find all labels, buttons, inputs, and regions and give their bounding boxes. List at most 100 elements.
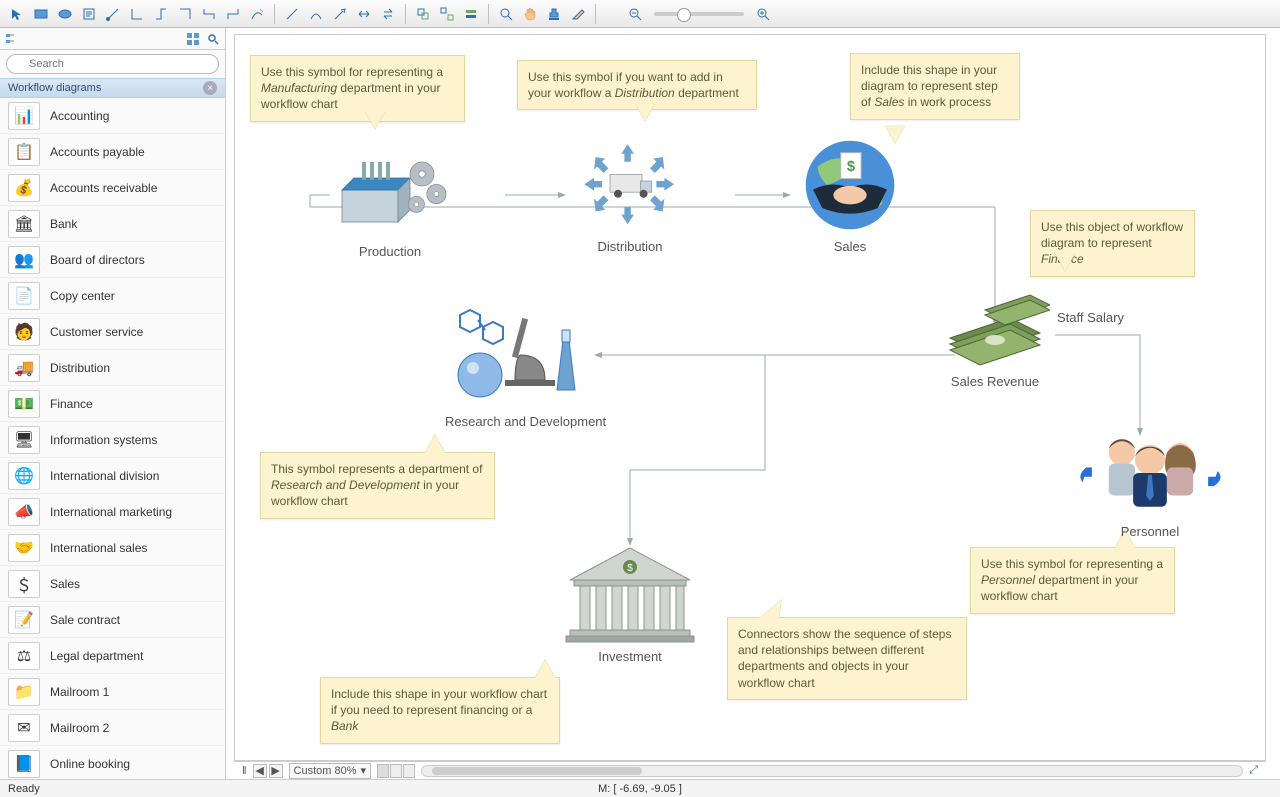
node-distribution[interactable]: Distribution bbox=[570, 135, 690, 254]
library-thumb-icon: 💰 bbox=[8, 174, 40, 202]
library-item-label: Board of directors bbox=[50, 253, 145, 267]
dropdown-icon: ▾ bbox=[361, 764, 367, 777]
callout-tail bbox=[1055, 253, 1075, 271]
library-item-label: Copy center bbox=[50, 289, 115, 303]
library-item[interactable]: 💵Finance bbox=[0, 386, 225, 422]
swap-tool[interactable] bbox=[377, 3, 399, 25]
close-section-icon[interactable]: × bbox=[203, 81, 217, 95]
line-tool[interactable] bbox=[281, 3, 303, 25]
zoom-in-button[interactable] bbox=[752, 3, 774, 25]
library-item[interactable]: 📘Online booking bbox=[0, 746, 225, 779]
text-tool[interactable] bbox=[78, 3, 100, 25]
library-item[interactable]: 🧑Customer service bbox=[0, 314, 225, 350]
ellipse-tool[interactable] bbox=[54, 3, 76, 25]
search-wrapper bbox=[0, 50, 225, 78]
library-thumb-icon: 🌐 bbox=[8, 462, 40, 490]
ungroup-tool[interactable] bbox=[436, 3, 458, 25]
status-coordinates: M: [ -6.69, -9.05 ] bbox=[598, 783, 682, 795]
library-tree-icon[interactable] bbox=[4, 31, 20, 47]
callout-investment: Include this shape in your workflow char… bbox=[320, 677, 560, 744]
callout-text: Include this shape in your diagram to re… bbox=[861, 63, 998, 109]
connector-3[interactable] bbox=[150, 3, 172, 25]
search-toggle-icon[interactable] bbox=[205, 31, 221, 47]
library-item[interactable]: 📣International marketing bbox=[0, 494, 225, 530]
connector-1[interactable] bbox=[102, 3, 124, 25]
library-item-label: International division bbox=[50, 469, 159, 483]
toolbar-separator bbox=[405, 4, 406, 24]
node-investment[interactable]: $ Investment bbox=[560, 545, 700, 664]
zoom-select[interactable]: Custom 80%▾ bbox=[289, 763, 372, 779]
library-item-label: Accounts payable bbox=[50, 145, 145, 159]
callout-tail bbox=[635, 103, 655, 121]
page-tabs[interactable] bbox=[377, 764, 415, 778]
free-draw-tool[interactable] bbox=[246, 3, 268, 25]
callout-connectors: Connectors show the sequence of steps an… bbox=[727, 617, 967, 700]
stamp-tool[interactable] bbox=[543, 3, 565, 25]
diagram-canvas[interactable]: Use this symbol for representing a Manuf… bbox=[234, 34, 1266, 761]
library-item[interactable]: 📋Accounts payable bbox=[0, 134, 225, 170]
status-ready: Ready bbox=[8, 783, 40, 795]
page-tab[interactable] bbox=[390, 764, 402, 778]
node-sales[interactable]: $ Sales bbox=[790, 135, 910, 254]
grid-view-icon[interactable] bbox=[185, 31, 201, 47]
pen-tool[interactable] bbox=[567, 3, 589, 25]
library-item[interactable]: 📊Accounting bbox=[0, 98, 225, 134]
toolbar-separator bbox=[595, 4, 596, 24]
double-arrow-tool[interactable] bbox=[353, 3, 375, 25]
library-thumb-icon: 📘 bbox=[8, 750, 40, 778]
library-item[interactable]: 🚚Distribution bbox=[0, 350, 225, 386]
align-tool[interactable] bbox=[460, 3, 482, 25]
library-section-header[interactable]: Workflow diagrams × bbox=[0, 78, 225, 98]
callout-text: Connectors show the sequence of steps an… bbox=[738, 627, 951, 690]
library-item[interactable]: 👥Board of directors bbox=[0, 242, 225, 278]
pan-tool[interactable] bbox=[519, 3, 541, 25]
library-item-label: Legal department bbox=[50, 649, 143, 663]
page-next-button[interactable]: ▶ bbox=[269, 764, 283, 778]
globe-handshake-icon: $ bbox=[790, 135, 910, 235]
page-tab[interactable] bbox=[377, 764, 389, 778]
library-thumb-icon: 📣 bbox=[8, 498, 40, 526]
node-sales-revenue[interactable]: Sales Revenue bbox=[940, 290, 1050, 389]
page-tab[interactable] bbox=[403, 764, 415, 778]
group-tool[interactable] bbox=[412, 3, 434, 25]
zoom-out-button[interactable] bbox=[624, 3, 646, 25]
pointer-tool[interactable] bbox=[6, 3, 28, 25]
curve-tool[interactable] bbox=[305, 3, 327, 25]
rectangle-tool[interactable] bbox=[30, 3, 52, 25]
library-item[interactable]: 🤝International sales bbox=[0, 530, 225, 566]
factory-icon bbox=[330, 140, 450, 240]
library-item-label: International sales bbox=[50, 541, 147, 555]
search-input[interactable] bbox=[6, 54, 219, 74]
node-production[interactable]: Production bbox=[330, 140, 450, 259]
connector-2[interactable] bbox=[126, 3, 148, 25]
connector-4[interactable] bbox=[174, 3, 196, 25]
node-personnel[interactable]: Personnel bbox=[1075, 425, 1225, 539]
library-item-label: Distribution bbox=[50, 361, 110, 375]
expand-icon[interactable]: ⤢ bbox=[1249, 764, 1258, 777]
library-item[interactable]: ＄Sales bbox=[0, 566, 225, 602]
horizontal-scrollbar[interactable] bbox=[421, 765, 1243, 777]
connector-5[interactable] bbox=[198, 3, 220, 25]
node-label: Production bbox=[330, 244, 450, 259]
library-item[interactable]: 💰Accounts receivable bbox=[0, 170, 225, 206]
staff-salary-label: Staff Salary bbox=[1057, 310, 1124, 325]
money-stack-icon bbox=[940, 290, 1050, 370]
library-item[interactable]: ✉Mailroom 2 bbox=[0, 710, 225, 746]
library-item[interactable]: 🏛Bank bbox=[0, 206, 225, 242]
library-item[interactable]: 📝Sale contract bbox=[0, 602, 225, 638]
library-item[interactable]: 🖥Information systems bbox=[0, 422, 225, 458]
page-prev-button[interactable]: ◀ bbox=[253, 764, 267, 778]
connector-6[interactable] bbox=[222, 3, 244, 25]
library-item[interactable]: 📄Copy center bbox=[0, 278, 225, 314]
node-rnd[interactable]: Research and Development bbox=[445, 300, 606, 429]
library-item[interactable]: 📁Mailroom 1 bbox=[0, 674, 225, 710]
zoom-slider[interactable] bbox=[654, 12, 744, 16]
node-label: Research and Development bbox=[445, 414, 606, 429]
library-item[interactable]: 🌐 International division bbox=[0, 458, 225, 494]
arrow-line-tool[interactable] bbox=[329, 3, 351, 25]
library-item[interactable]: ⚖Legal department bbox=[0, 638, 225, 674]
vscroll-grip-icon[interactable]: ‖ bbox=[242, 765, 247, 777]
zoom-tool[interactable] bbox=[495, 3, 517, 25]
library-item-label: Bank bbox=[50, 217, 77, 231]
canvas-bottom-bar: ‖ ◀ ▶ Custom 80%▾ ⤢ bbox=[234, 761, 1266, 779]
